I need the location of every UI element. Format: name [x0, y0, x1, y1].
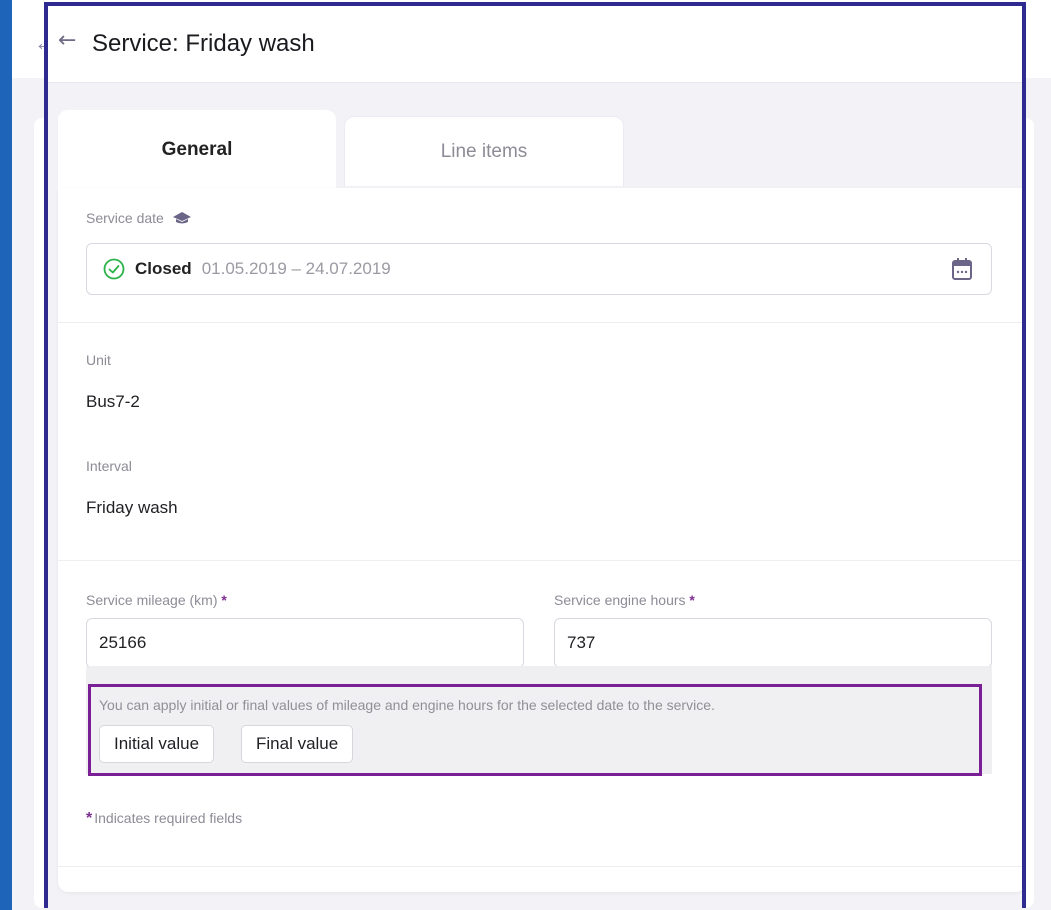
- background-edge: [0, 0, 12, 910]
- unit-value: Bus7-2: [86, 392, 140, 411]
- calendar-icon[interactable]: [951, 257, 973, 281]
- engine-hours-label-text: Service engine hours: [554, 592, 686, 608]
- unit-label: Unit: [86, 352, 111, 368]
- hint-text: You can apply initial or final values of…: [99, 697, 715, 713]
- required-asterisk: *: [689, 592, 695, 608]
- page-header: ← Service: Friday wash: [48, 6, 1022, 82]
- service-date-label-text: Service date: [86, 210, 164, 226]
- mileage-label-text: Service mileage (km): [86, 592, 218, 608]
- engine-hours-input[interactable]: 737: [554, 618, 992, 668]
- tab-line-items[interactable]: Line items: [344, 116, 624, 186]
- engine-hours-value: 737: [567, 633, 596, 652]
- general-form: Service date Closed 01.05.2019 – 24.07.2…: [58, 188, 1022, 892]
- required-asterisk: *: [86, 810, 93, 827]
- date-range: 01.05.2019 – 24.07.2019: [201, 259, 391, 278]
- mileage-value: 25166: [99, 633, 147, 652]
- final-value-button[interactable]: Final value: [241, 725, 354, 763]
- status-closed: Closed: [135, 259, 192, 278]
- required-note-text: Indicates required fields: [94, 810, 243, 826]
- tab-general-label: General: [161, 139, 233, 160]
- check-circle-icon: [103, 258, 125, 280]
- engine-hours-label: Service engine hours *: [554, 592, 695, 608]
- divider: [58, 322, 1022, 323]
- interval-label: Interval: [86, 458, 132, 474]
- apply-values-hint: You can apply initial or final values of…: [88, 684, 982, 776]
- service-date-label: Service date: [86, 210, 192, 226]
- tab-general[interactable]: General: [58, 110, 336, 190]
- divider: [58, 866, 1022, 867]
- mileage-label: Service mileage (km) *: [86, 592, 227, 608]
- mileage-input[interactable]: 25166: [86, 618, 524, 668]
- service-panel: ← Service: Friday wash General Line item…: [44, 2, 1026, 908]
- graduation-cap-icon[interactable]: [172, 211, 192, 225]
- divider: [58, 560, 1022, 561]
- initial-value-button[interactable]: Initial value: [99, 725, 215, 763]
- service-date-field[interactable]: Closed 01.05.2019 – 24.07.2019: [86, 243, 992, 295]
- tab-line-items-label: Line items: [440, 140, 528, 162]
- back-arrow-icon[interactable]: ←: [58, 28, 76, 53]
- required-asterisk: *: [221, 592, 227, 608]
- interval-value: Friday wash: [86, 498, 178, 517]
- required-fields-note: * Indicates required fields: [86, 810, 242, 828]
- page-title: Service: Friday wash: [92, 30, 315, 57]
